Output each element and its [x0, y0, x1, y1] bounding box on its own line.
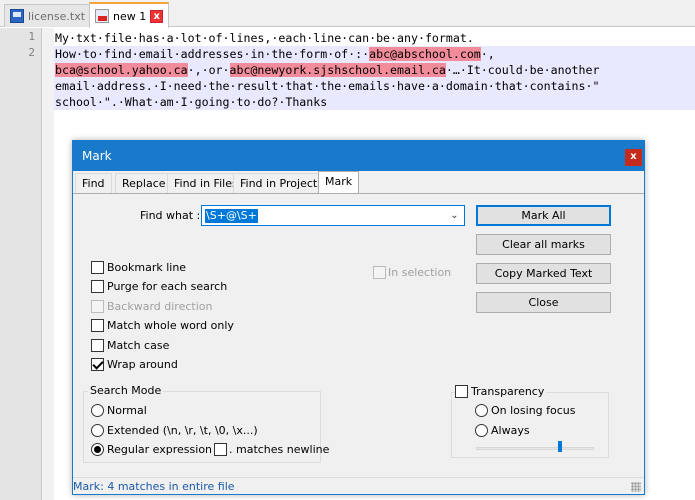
dialog-title-bar[interactable]: Mark x: [73, 141, 644, 171]
fold-margin: [42, 28, 54, 500]
tab-find-in-projects[interactable]: Find in Projects: [233, 173, 330, 193]
file-unsaved-icon: [95, 9, 109, 23]
extended-label: Extended (\n, \r, \t, \0, \x...): [107, 424, 258, 437]
clear-all-marks-button[interactable]: Clear all marks: [476, 234, 611, 255]
match-whole-word-checkbox[interactable]: [91, 319, 104, 332]
transparency-checkbox[interactable]: [455, 385, 468, 398]
marked-email: abc@newyork.sjshschool.email.ca: [229, 63, 446, 77]
marked-email: abc@abschool.com: [369, 47, 481, 61]
status-text: Mark: 4 matches in entire file: [73, 480, 235, 493]
regular-expression-label: Regular expression: [107, 443, 213, 456]
line-text: school·".·What·am·I·going·to·do?·Thanks: [55, 95, 328, 109]
chevron-down-icon[interactable]: ⌄: [448, 208, 461, 223]
find-what-label: Find what :: [140, 209, 201, 222]
transparency-label: Transparency: [469, 385, 547, 398]
wrap-around-checkbox[interactable]: [91, 358, 104, 371]
close-button[interactable]: Close: [476, 292, 611, 313]
tab-mark[interactable]: Mark: [318, 171, 360, 194]
line-text: How·to·find·email·addresses·in·the·form·…: [55, 47, 370, 61]
search-mode-title: Search Mode: [88, 384, 164, 397]
tab-label: license.txt: [28, 9, 86, 23]
matches-newline-checkbox[interactable]: [214, 443, 227, 456]
backward-direction-checkbox[interactable]: [91, 300, 104, 313]
matches-newline-label: . matches newline: [229, 443, 330, 456]
line-text: email·address.·I·need·the·result·that·th…: [55, 79, 600, 93]
extended-radio[interactable]: [91, 424, 104, 437]
line-text: My·txt·file·has·a·lot·of·lines,·each·lin…: [55, 31, 474, 45]
tab-replace[interactable]: Replace: [115, 173, 173, 193]
bookmark-line-label: Bookmark line: [107, 261, 187, 274]
close-dialog-button[interactable]: x: [625, 149, 642, 166]
match-whole-word-label: Match whole word only: [107, 319, 234, 332]
match-case-checkbox[interactable]: [91, 339, 104, 352]
purge-checkbox[interactable]: [91, 280, 104, 293]
regular-expression-radio[interactable]: [91, 443, 104, 456]
dialog-status-bar: Mark: 4 matches in entire file: [73, 477, 644, 494]
on-losing-focus-radio[interactable]: [475, 404, 488, 417]
editor-line-2-row-2: bca@school.yahoo.ca·,·or·abc@newyork.sjs…: [54, 62, 695, 78]
tab-license-txt[interactable]: license.txt: [4, 4, 92, 27]
copy-marked-text-button[interactable]: Copy Marked Text: [476, 263, 611, 284]
line-number: 1: [28, 30, 35, 43]
line-number-gutter: 1 2: [0, 28, 42, 500]
line-number: 2: [28, 46, 35, 59]
close-tab-icon[interactable]: x: [150, 9, 164, 23]
document-tab-bar: license.txt new 1 x: [0, 0, 695, 28]
match-case-label: Match case: [107, 339, 170, 352]
always-radio[interactable]: [475, 424, 488, 437]
purge-label: Purge for each search: [107, 280, 228, 293]
in-selection-checkbox[interactable]: [373, 266, 386, 279]
transparency-slider-thumb[interactable]: [558, 441, 562, 452]
mark-dialog: Mark x Find Replace Find in Files Find i…: [72, 140, 645, 495]
on-losing-focus-label: On losing focus: [491, 404, 576, 417]
find-what-combobox[interactable]: \S+@\S+ ⌄: [201, 205, 465, 226]
in-selection-label: In selection: [388, 266, 452, 279]
normal-label: Normal: [107, 404, 147, 417]
wrap-around-label: Wrap around: [107, 358, 178, 371]
bookmark-line-checkbox[interactable]: [91, 261, 104, 274]
mark-all-button[interactable]: Mark All: [476, 205, 611, 226]
editor-line-1: My·txt·file·has·a·lot·of·lines,·each·lin…: [54, 30, 695, 46]
transparency-slider[interactable]: [476, 447, 594, 450]
tab-divider: [73, 193, 644, 194]
file-saved-icon: [10, 9, 24, 23]
marked-email: bca@school.yahoo.ca: [55, 63, 188, 77]
tab-find[interactable]: Find: [75, 173, 112, 193]
backward-direction-label: Backward direction: [107, 300, 213, 313]
normal-radio[interactable]: [91, 404, 104, 417]
line-text: ·…·It·could·be·another: [445, 63, 600, 77]
tab-new-1[interactable]: new 1 x: [89, 2, 170, 28]
editor-line-2-row-4: school·".·What·am·I·going·to·do?·Thanks: [54, 94, 695, 110]
line-text: ·,·or·: [187, 63, 230, 77]
always-label: Always: [491, 424, 530, 437]
find-what-value: \S+@\S+: [205, 209, 258, 223]
dialog-title: Mark: [82, 149, 112, 163]
tab-label: new 1: [113, 9, 147, 23]
editor-line-2-row-3: email·address.·I·need·the·result·that·th…: [54, 78, 695, 94]
resize-grip-icon[interactable]: [631, 482, 641, 492]
line-text: ·,: [480, 47, 495, 61]
editor-line-2-row-1: How·to·find·email·addresses·in·the·form·…: [54, 46, 695, 62]
